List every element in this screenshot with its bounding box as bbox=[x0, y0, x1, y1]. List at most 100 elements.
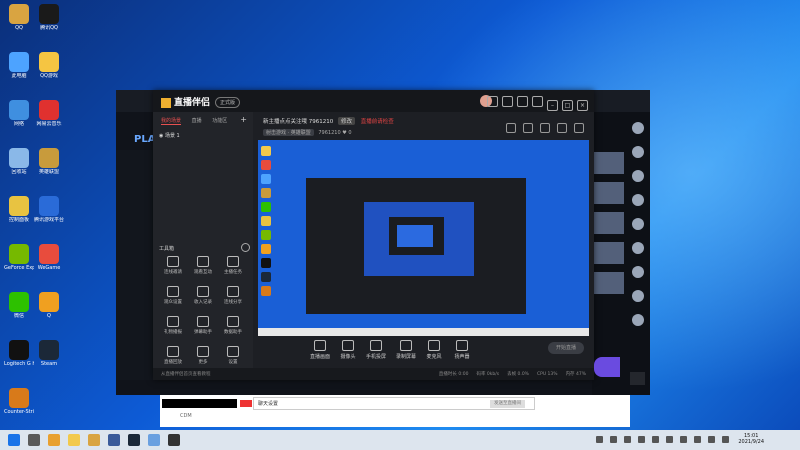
friend-avatar[interactable] bbox=[632, 314, 644, 326]
bottom-tool-button[interactable]: 直播画面 bbox=[305, 340, 335, 360]
lock-icon[interactable] bbox=[523, 123, 533, 133]
tray-icon[interactable] bbox=[652, 436, 659, 443]
stream-tags: 射击游戏 · 英雄联盟 7961210 ♥ 0 bbox=[263, 129, 352, 136]
tool-button[interactable]: 主播任务 bbox=[219, 256, 247, 275]
taskbar-app-icon[interactable] bbox=[148, 434, 160, 446]
tool-label: 更多 bbox=[198, 360, 208, 365]
maximize-icon[interactable]: □ bbox=[562, 100, 573, 111]
menu-icon[interactable] bbox=[532, 96, 543, 107]
edit-title-button[interactable]: 修改 bbox=[338, 117, 356, 125]
go-live-button[interactable] bbox=[594, 357, 620, 377]
tray-icon[interactable] bbox=[638, 436, 645, 443]
tool-icon bbox=[197, 286, 209, 297]
tool-button[interactable]: 更多 bbox=[189, 346, 217, 365]
minimize-icon[interactable]: – bbox=[547, 100, 558, 111]
left-panel: 我的场景 直播 功能区 + ◉ 场景 1 工具箱 连线邀请 观看互动 主播任务 观众设… bbox=[153, 112, 253, 380]
friend-avatar[interactable] bbox=[632, 266, 644, 278]
tray-icon[interactable] bbox=[624, 436, 631, 443]
tool-button[interactable]: 收入记录 bbox=[189, 286, 217, 305]
tool-button[interactable]: 连线分享 bbox=[219, 286, 247, 305]
status-metric: 直播时长 0:00 bbox=[438, 372, 469, 377]
desktop-icon[interactable]: 此电脑 bbox=[4, 52, 34, 79]
desktop-icon[interactable]: 微信 bbox=[4, 292, 34, 319]
bottom-tool-button[interactable]: 录制屏幕 bbox=[391, 340, 421, 360]
bottom-tool-button[interactable]: 麦克风 bbox=[419, 340, 449, 360]
gear-icon[interactable] bbox=[574, 123, 584, 133]
desktop-icon[interactable]: 网易云音乐 bbox=[34, 100, 64, 127]
start-live-button[interactable]: 开始直播 bbox=[548, 342, 584, 354]
clock[interactable]: 15:01 2021/9/24 bbox=[738, 433, 764, 445]
layout-icon[interactable] bbox=[506, 123, 516, 133]
taskbar-steam-icon[interactable] bbox=[128, 434, 140, 446]
tool-button[interactable]: 礼物播报 bbox=[159, 316, 187, 335]
stream-preview[interactable] bbox=[258, 140, 589, 336]
bottom-tool-button[interactable]: 手机投屏 bbox=[361, 340, 391, 360]
desktop-icon[interactable]: Steam bbox=[34, 340, 64, 367]
volume-icon[interactable] bbox=[708, 436, 715, 443]
input-method-icon[interactable] bbox=[722, 436, 729, 443]
friend-avatar[interactable] bbox=[632, 218, 644, 230]
preview-desktop-icon bbox=[261, 174, 271, 184]
tool-button[interactable]: 直播回放 bbox=[159, 346, 187, 365]
status-warning[interactable]: 直播前请检查 bbox=[361, 119, 394, 125]
scene-item[interactable]: ◉ 场景 1 bbox=[159, 132, 180, 139]
taskbar-start-button-icon[interactable] bbox=[8, 434, 20, 446]
bottom-tool-button[interactable]: 扬声器 bbox=[447, 340, 477, 360]
close-icon[interactable]: × bbox=[577, 100, 588, 111]
tool-button[interactable]: 设置 bbox=[219, 346, 247, 365]
tab-scenes[interactable]: 我的场景 bbox=[161, 118, 182, 125]
desktop-icon[interactable]: Logitech G HUB bbox=[4, 340, 34, 367]
taskbar-chrome-icon[interactable] bbox=[48, 434, 60, 446]
desktop-icon[interactable]: QQ bbox=[4, 4, 34, 31]
settings-icon[interactable] bbox=[502, 96, 513, 107]
friend-avatar[interactable] bbox=[632, 146, 644, 158]
message-icon[interactable] bbox=[487, 96, 498, 107]
tool-button[interactable]: 弹幕助手 bbox=[189, 316, 217, 335]
tab-functions[interactable]: 功能区 bbox=[212, 118, 227, 124]
live-companion-window[interactable]: 直播伴侣 正式版 – □ × 我的场景 直播 功能区 + ◉ 场景 1 工具箱 连线… bbox=[153, 90, 594, 380]
friend-avatar[interactable] bbox=[632, 242, 644, 254]
desktop-icon[interactable]: QQ游戏 bbox=[34, 52, 64, 79]
tab-live[interactable]: 直播 bbox=[192, 118, 202, 124]
tray-icon[interactable] bbox=[666, 436, 673, 443]
tool-button[interactable]: 数据助手 bbox=[219, 316, 247, 335]
desktop-icon[interactable]: Q bbox=[34, 292, 64, 319]
friend-avatar[interactable] bbox=[632, 122, 644, 134]
desktop-icon[interactable]: 英雄联盟 bbox=[34, 148, 64, 175]
bell-icon[interactable] bbox=[557, 123, 567, 133]
taskbar-qq-icon[interactable] bbox=[88, 434, 100, 446]
friend-avatar[interactable] bbox=[632, 170, 644, 182]
desktop-icon[interactable]: WeGame bbox=[34, 244, 64, 271]
desktop-icon[interactable]: 腾讯游戏平台 bbox=[34, 196, 64, 223]
add-scene-icon[interactable]: + bbox=[240, 115, 247, 124]
category-tag[interactable]: 射击游戏 · 英雄联盟 bbox=[263, 129, 314, 136]
version-badge[interactable]: 正式版 bbox=[215, 97, 241, 108]
tool-button[interactable]: 连线邀请 bbox=[159, 256, 187, 275]
tray-icon[interactable] bbox=[610, 436, 617, 443]
tool-button[interactable]: 观看互动 bbox=[189, 256, 217, 275]
fullscreen-icon[interactable] bbox=[540, 123, 550, 133]
chat-window[interactable]: 聊天设置 发送至直播间 CDM bbox=[160, 395, 630, 427]
friend-avatar[interactable] bbox=[632, 194, 644, 206]
desktop-icon[interactable]: 网络 bbox=[4, 100, 34, 127]
tray-icon[interactable] bbox=[680, 436, 687, 443]
bottom-tool-button[interactable]: 摄像头 bbox=[333, 340, 363, 360]
skin-icon[interactable] bbox=[517, 96, 528, 107]
taskbar-file-explorer-icon[interactable] bbox=[68, 434, 80, 446]
friend-avatar[interactable] bbox=[632, 290, 644, 302]
desktop-icon[interactable]: 腾讯QQ bbox=[34, 4, 64, 31]
hint-text[interactable]: 从直播伴侣首页查看教程 bbox=[161, 371, 211, 377]
desktop-icon[interactable]: Counter-Strike: Global Offensive bbox=[4, 388, 34, 415]
tray-icon[interactable] bbox=[596, 436, 603, 443]
notification-icon[interactable] bbox=[630, 372, 645, 385]
toolbox-settings-icon[interactable] bbox=[241, 243, 250, 252]
send-button[interactable]: 发送至直播间 bbox=[490, 400, 525, 408]
desktop-icon[interactable]: GeForce Experience bbox=[4, 244, 34, 271]
desktop-icon[interactable]: 控制面板 bbox=[4, 196, 34, 223]
taskbar-live-app-icon[interactable] bbox=[168, 434, 180, 446]
taskbar-search-icon[interactable] bbox=[28, 434, 40, 446]
desktop-icon[interactable]: 回收站 bbox=[4, 148, 34, 175]
taskbar-shield-icon[interactable] bbox=[108, 434, 120, 446]
tool-button[interactable]: 观众设置 bbox=[159, 286, 187, 305]
wifi-icon[interactable] bbox=[694, 436, 701, 443]
